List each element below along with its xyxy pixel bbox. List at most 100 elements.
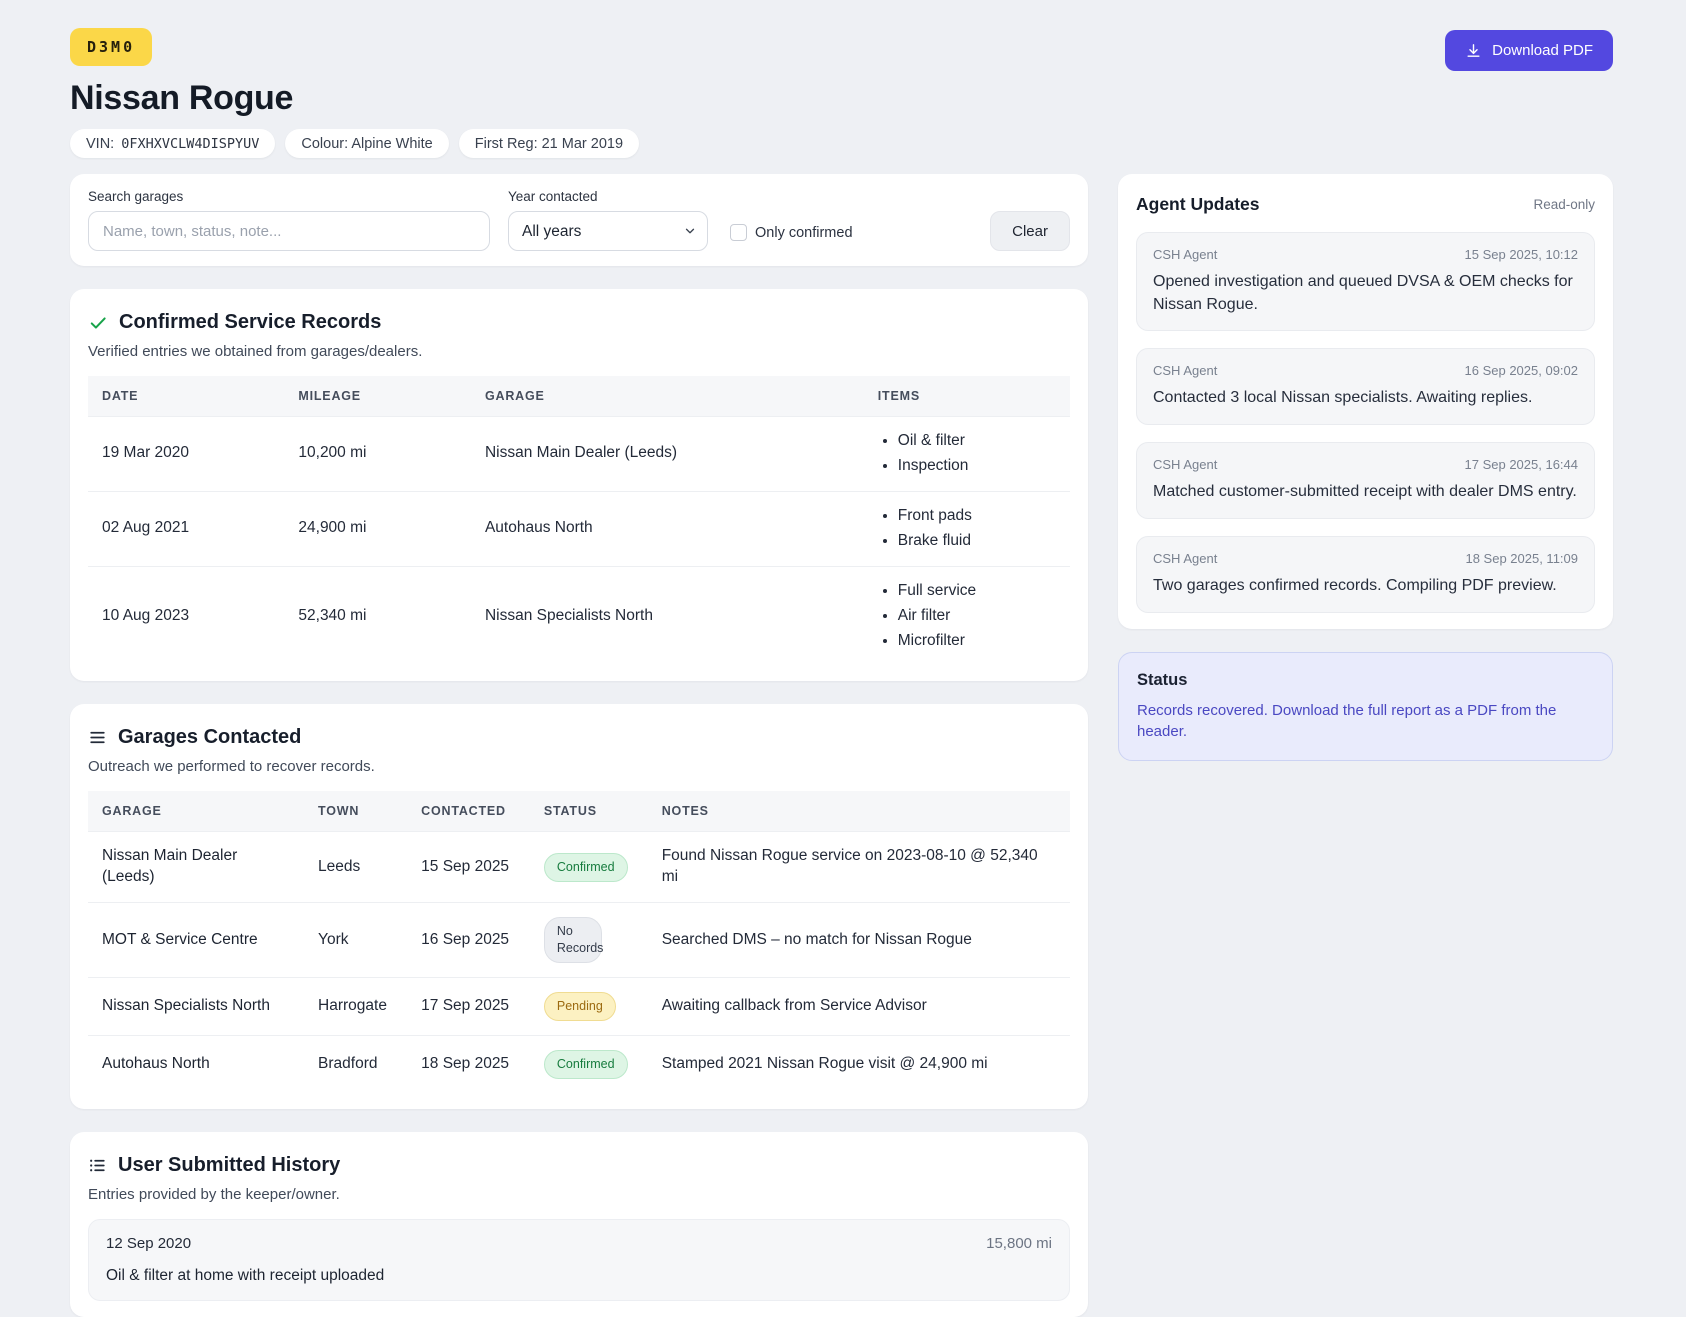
record-item: Microfilter [898, 629, 1056, 654]
contact-date-cell: 16 Sep 2025 [407, 902, 530, 978]
garage-contact-row: Autohaus North Bradford 18 Sep 2025 Confirm… [88, 1034, 1070, 1093]
user-history-title: User Submitted History [118, 1153, 341, 1176]
garage-contact-row: MOT & Service Centre York 16 Sep 2025 No Re… [88, 902, 1070, 978]
chip-label: VIN: [86, 135, 115, 152]
status-badge: Confirmed [543, 852, 628, 882]
contact-town-cell: Harrogate [304, 977, 408, 1036]
status-panel: Status Records recovered. Download the f… [1118, 651, 1613, 761]
year-group: Year contacted All years [508, 189, 708, 251]
records-column-header: GARAGE [484, 389, 545, 403]
history-entry: 12 Sep 2020 15,800 mi Oil & filter at home… [88, 1218, 1070, 1301]
record-items-list: Oil & filterInspection [878, 429, 1056, 479]
contact-garage-cell: Autohaus North [88, 1034, 305, 1093]
update-text: Two garages confirmed records. Compiling… [1153, 576, 1557, 594]
contact-town-cell: Leeds [304, 831, 408, 903]
year-select[interactable]: All years [508, 211, 708, 251]
download-pdf-button[interactable]: Download PDF [1445, 30, 1613, 71]
contact-garage-cell: Nissan Main Dealer (Leeds) [88, 831, 305, 903]
update-header: CSH Agent 15 Sep 2025, 10:12 [1153, 247, 1578, 262]
record-date-cell: 10 Aug 2023 [88, 565, 285, 666]
contact-garage-cell: MOT & Service Centre [88, 902, 305, 978]
only-confirmed-checkbox[interactable] [730, 224, 747, 241]
confirmed-records-table: DATE MILEAGE GARAGE ITEMS 19 Mar 2020 10,200… [88, 376, 1070, 666]
demo-badge: D3M0 [70, 28, 153, 66]
confirmed-records-header: Confirmed Service Records [88, 311, 1070, 334]
update-text: Matched customer-submitted receipt with … [1153, 483, 1577, 501]
record-date-cell: 02 Aug 2021 [88, 490, 285, 567]
header-left: D3M0 Nissan Rogue VIN: 0FXHXVCLW4DISPYUV C… [70, 28, 640, 158]
update-timestamp: 16 Sep 2025, 09:02 [1464, 363, 1579, 379]
service-record-row: 19 Mar 2020 10,200 mi Nissan Main Dealer (… [88, 416, 1070, 492]
page-title: Nissan Rogue [70, 79, 294, 117]
agent-updates-card: Agent Updates Read-only CSH Agent 15 Sep … [1118, 174, 1613, 629]
check-icon [88, 313, 108, 333]
contact-status-cell: Pending [529, 977, 648, 1036]
download-pdf-label: Download PDF [1492, 42, 1593, 59]
agent-name: CSH Agent [1153, 457, 1218, 473]
contact-notes-cell: Awaiting callback from Service Advisor [647, 977, 1070, 1036]
contacts-column-header: TOWN [318, 804, 360, 819]
update-timestamp: 17 Sep 2025, 16:44 [1464, 457, 1579, 473]
service-record-row: 10 Aug 2023 52,340 mi Nissan Specialists N… [88, 565, 1070, 666]
only-confirmed-row: Only confirmed [730, 224, 853, 241]
entry-note: Oil & filter at home with receipt upload… [106, 1266, 385, 1284]
agent-name: CSH Agent [1153, 363, 1218, 379]
contact-garage-cell: Nissan Specialists North [88, 977, 305, 1036]
update-text: Opened investigation and queued DVSA & O… [1153, 273, 1573, 313]
menu-icon [88, 728, 107, 747]
contact-town-cell: Bradford [304, 1034, 408, 1093]
confirmed-records-title: Confirmed Service Records [119, 311, 382, 333]
record-item: Air filter [898, 604, 1056, 629]
contact-garage-name: MOT & Service Centre [102, 930, 258, 948]
status-badge: Pending [543, 992, 616, 1021]
record-items-list: Full serviceAir filterMicrofilter [878, 579, 1056, 654]
history-entry-header: 12 Sep 2020 15,800 mi [106, 1235, 1052, 1252]
page: D3M0 Nissan Rogue VIN: 0FXHXVCLW4DISPYUV C… [0, 0, 1686, 1317]
record-garage-cell: Autohaus North [470, 490, 864, 567]
agent-updates-list: CSH Agent 15 Sep 2025, 10:12 Opened invest… [1136, 232, 1595, 613]
contact-status-cell: No Records [529, 902, 648, 978]
contact-date-cell: 15 Sep 2025 [407, 831, 530, 903]
entry-date: 12 Sep 2020 [106, 1234, 192, 1252]
service-record-row: 02 Aug 202124,900 miAutohaus North Front … [88, 490, 1070, 567]
chip-value: 0FXHXVCLW4DISPYUV [121, 135, 260, 152]
records-column-header: ITEMS [877, 389, 920, 403]
content-layout: Search garages Year contacted All years … [70, 174, 1613, 1317]
search-input[interactable] [88, 211, 490, 251]
status-badge: No Records [543, 917, 603, 964]
contacts-column-header: STATUS [543, 804, 597, 819]
update-timestamp: 18 Sep 2025, 11:09 [1465, 550, 1578, 566]
contact-garage-name: Nissan Specialists North [102, 997, 270, 1015]
status-badge: Confirmed [543, 1049, 628, 1079]
record-item: Full service [898, 579, 1056, 604]
record-date-cell: 19 Mar 2020 [88, 416, 285, 492]
entry-mileage: 15,800 mi [986, 1234, 1052, 1252]
garages-contacted-title: Garages Contacted [118, 726, 302, 749]
records-table-head: DATE MILEAGE GARAGE ITEMS [88, 376, 1070, 417]
clear-button[interactable]: Clear [990, 211, 1070, 251]
update-header: CSH Agent 16 Sep 2025, 09:02 [1153, 363, 1578, 378]
agent-updates-title: Agent Updates [1136, 194, 1260, 214]
record-items-list: Front padsBrake fluid [878, 504, 1056, 554]
update-header: CSH Agent 17 Sep 2025, 16:44 [1153, 457, 1578, 472]
top-header: D3M0 Nissan Rogue VIN: 0FXHXVCLW4DISPYUV C… [70, 28, 1613, 158]
contact-notes-cell: Searched DMS – no match for Nissan Rogue [647, 902, 1070, 978]
records-column-header: DATE [102, 389, 139, 403]
user-history-card: User Submitted History Entries provided … [70, 1131, 1088, 1317]
records-column-header: MILEAGE [298, 389, 361, 403]
user-history-entries: 12 Sep 2020 15,800 mi Oil & filter at home… [88, 1218, 1070, 1301]
list-icon [88, 1156, 107, 1175]
record-garage-cell: Nissan Specialists North [470, 565, 864, 666]
agent-name: CSH Agent [1153, 247, 1218, 262]
contact-status-cell: Confirmed [529, 831, 648, 903]
filters-card: Search garages Year contacted All years … [70, 174, 1088, 266]
update-text: Contacted 3 local Nissan specialists. Aw… [1153, 389, 1533, 407]
record-items-cell: Front padsBrake fluid [863, 490, 1070, 567]
garages-contacted-card: Garages Contacted Outreach we performed … [70, 704, 1088, 1109]
contact-status-cell: Confirmed [529, 1034, 648, 1093]
garage-contact-row: Nissan Main Dealer (Leeds) Leeds 15 Sep 20… [88, 831, 1070, 903]
search-group: Search garages [88, 189, 490, 251]
contact-date-cell: 18 Sep 2025 [407, 1034, 530, 1093]
garage-contact-row: Nissan Specialists North Harrogate 17 Sep … [88, 977, 1070, 1036]
contacts-table-head: GARAGE TOWN CONTACTED STATUS NOTES [88, 791, 1070, 832]
